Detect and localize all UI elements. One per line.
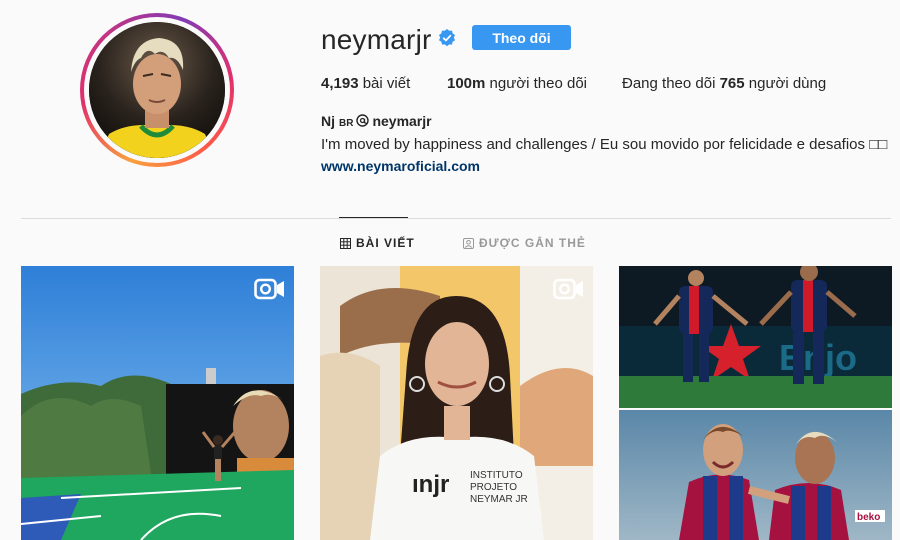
- shirt-logo: ınjr: [412, 471, 449, 498]
- followers-label: người theo dõi: [489, 75, 587, 92]
- tab-posts[interactable]: BÀI VIẾT: [340, 236, 415, 250]
- posts-label: bài viết: [362, 75, 411, 92]
- grid-icon: [340, 237, 351, 249]
- bio-handle[interactable]: neymarjr: [372, 113, 431, 129]
- following-count: 765: [719, 75, 745, 92]
- country-tag: BR: [339, 118, 354, 129]
- post-photo-woman: INSTITUTO PROJETO NEYMAR JR ınjr: [320, 266, 593, 540]
- post-thumbnail[interactable]: beko: [619, 410, 892, 540]
- at-handle-icon: [356, 114, 370, 127]
- following-stat[interactable]: Đang theo dõi 765 người dùng: [622, 75, 826, 92]
- profile-avatar[interactable]: [89, 22, 225, 158]
- sponsor-text: beko: [857, 512, 880, 523]
- post-photo-psg: Enjo: [619, 266, 892, 408]
- followers-stat[interactable]: 100m người theo dõi: [447, 75, 587, 92]
- avatar-ring-gap: [84, 17, 230, 163]
- video-camera-icon: [553, 278, 583, 300]
- tab-posts-label: BÀI VIẾT: [356, 236, 415, 250]
- posts-stat: 4,193 bài viết: [321, 75, 410, 92]
- follow-button[interactable]: Theo dõi: [472, 25, 571, 50]
- tab-tagged[interactable]: ĐƯỢC GẮN THẺ: [463, 236, 586, 250]
- avatar-photo: [89, 22, 225, 158]
- posts-count: 4,193: [321, 75, 359, 92]
- shirt-text-3: NEYMAR JR: [470, 494, 528, 505]
- post-thumbnail[interactable]: Enjo: [619, 266, 892, 408]
- following-prefix: Đang theo dõi: [622, 75, 716, 92]
- profile-username: neymarjr: [321, 24, 432, 55]
- verified-badge-icon: [439, 29, 455, 47]
- post-thumbnail[interactable]: [21, 266, 294, 540]
- bio-website-link[interactable]: www.neymaroficial.com: [321, 158, 480, 174]
- active-tab-indicator: [339, 217, 408, 218]
- post-thumbnail[interactable]: INSTITUTO PROJETO NEYMAR JR ınjr: [320, 266, 593, 540]
- followers-count: 100m: [447, 75, 486, 92]
- shirt-text-1: INSTITUTO: [470, 470, 523, 481]
- profile-avatar-ring[interactable]: [80, 13, 234, 167]
- video-camera-icon: [254, 278, 284, 300]
- bio-name: Nj: [321, 113, 335, 129]
- bio-text: I'm moved by happiness and challenges / …: [321, 136, 888, 153]
- tabs-divider: [21, 218, 891, 219]
- tagged-icon: [463, 237, 474, 249]
- shirt-text-2: PROJETO: [470, 482, 517, 493]
- following-suffix: người dùng: [748, 75, 827, 92]
- post-photo-barca: beko: [619, 410, 892, 540]
- bio-name-line: Nj BR neymarjr: [321, 113, 432, 129]
- tab-tagged-label: ĐƯỢC GẮN THẺ: [479, 236, 586, 250]
- post-photo-court: [21, 266, 294, 540]
